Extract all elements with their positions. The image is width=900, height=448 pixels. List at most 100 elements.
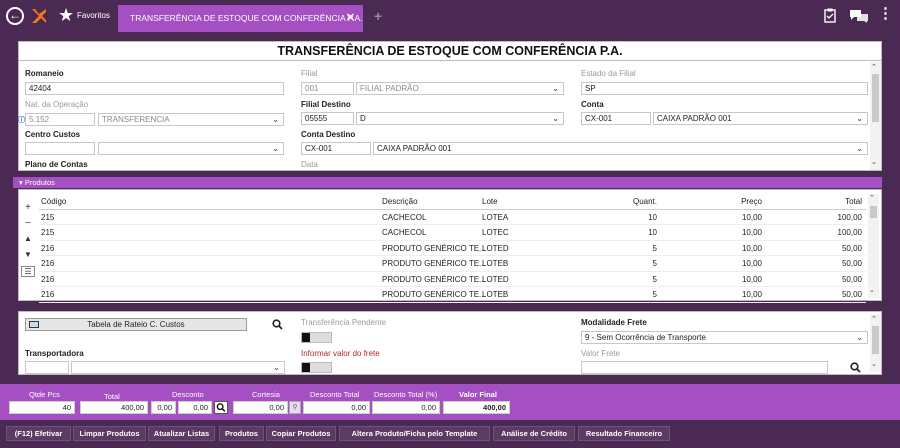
analise-credito-button[interactable]: Análise de Crédito xyxy=(493,426,575,441)
cell-codigo: 216 xyxy=(41,243,55,253)
filial-destino-value: D xyxy=(360,114,366,123)
form-title: TRANSFERÊNCIA DE ESTOQUE COM CONFERÊNCIA… xyxy=(19,42,881,61)
col-lote[interactable]: Lote xyxy=(482,197,498,206)
scroll-down-icon[interactable]: ⌄ xyxy=(871,360,877,368)
search-icon[interactable] xyxy=(272,319,283,330)
produtos-section-header[interactable]: ▾ Produtos xyxy=(13,177,882,188)
move-down-icon[interactable]: ▼ xyxy=(21,250,35,266)
scroll-up-icon[interactable]: ⌃ xyxy=(869,194,875,202)
scroll-up-icon[interactable]: ⌃ xyxy=(871,315,877,323)
valor-frete-input[interactable] xyxy=(581,361,828,374)
tab-label: TRANSFERÊNCIA DE ESTOQUE COM CONFERÊNCIA… xyxy=(130,13,363,23)
table-row[interactable]: 216 PRODUTO GENÉRICO TE... LOTEB 5 10,00… xyxy=(39,256,866,272)
conta-destino-select[interactable]: CAIXA PADRÃO 001 ⌄ xyxy=(373,142,868,155)
table-row[interactable]: 216 PRODUTO GENÉRICO TE... LOTEB 5 10,00… xyxy=(39,287,866,303)
scroll-up-icon[interactable]: ⌃ xyxy=(871,63,877,71)
informar-frete-toggle[interactable] xyxy=(301,362,332,373)
move-up-icon[interactable]: ▲ xyxy=(21,234,35,250)
cell-total: 50,00 xyxy=(841,290,862,299)
valor-final-value: 400,00 xyxy=(443,401,510,414)
cortesia-label: Cortesia xyxy=(252,390,280,399)
scroll-down-icon[interactable]: ⌄ xyxy=(871,158,877,166)
conta-destino-code[interactable]: CX-001 xyxy=(301,142,371,155)
tab-transferencia[interactable]: TRANSFERÊNCIA DE ESTOQUE COM CONFERÊNCIA… xyxy=(118,5,363,32)
nat-operacao-code[interactable]: 5.152 xyxy=(25,113,95,126)
col-preco[interactable]: Preço xyxy=(741,197,762,206)
cell-lote: LOTEC xyxy=(482,228,509,237)
estado-filial-label: Estado da Filial xyxy=(581,69,636,78)
options-panel: Tabela de Rateio C. Custos Transportador… xyxy=(18,311,882,375)
filial-destino-code[interactable]: 05555 xyxy=(301,112,354,125)
col-codigo[interactable]: Código xyxy=(41,197,66,206)
cell-codigo: 215 xyxy=(41,228,55,237)
modalidade-frete-value: 9 - Sem Ocorrência de Transporte xyxy=(585,333,706,342)
view-detail-icon[interactable]: ☰ xyxy=(21,266,35,277)
chevron-down-icon: ⌄ xyxy=(273,363,280,372)
centro-custos-select[interactable]: ⌄ xyxy=(98,142,284,155)
cell-total: 100,00 xyxy=(837,228,862,237)
table-row[interactable]: 216 PRODUTO GENÉRICO TE... LOTED 5 10,00… xyxy=(39,272,866,287)
resultado-financeiro-button[interactable]: Resultado Financeiro xyxy=(578,426,670,441)
copiar-produtos-button[interactable]: Copiar Produtos xyxy=(266,426,336,441)
romaneio-input[interactable]: 42404 xyxy=(25,82,284,95)
table-row[interactable]: 215 CACHECOL LOTEC 10 10,00 100,00 xyxy=(39,225,866,241)
transferencia-pendente-toggle[interactable] xyxy=(301,332,332,343)
clipboard-icon[interactable] xyxy=(824,8,836,23)
filial-select[interactable]: FILIAL PADRÃO ⌄ xyxy=(356,82,564,95)
atualizar-listas-button[interactable]: Atualizar Listas xyxy=(148,426,215,441)
efetivar-button[interactable]: (F12) Efetivar xyxy=(6,426,71,441)
desconto-search-icon[interactable] xyxy=(214,401,228,414)
favorites-link[interactable]: Favoritos xyxy=(77,11,110,20)
estado-filial-input[interactable]: SP xyxy=(581,82,868,95)
conta-code[interactable]: CX-001 xyxy=(581,112,651,125)
star-icon[interactable]: ★ xyxy=(58,4,74,26)
cell-quant: 5 xyxy=(652,290,657,299)
remove-row-icon[interactable]: − xyxy=(21,218,35,234)
filial-code[interactable]: 001 xyxy=(301,82,354,95)
cell-quant: 10 xyxy=(648,228,657,237)
limpar-produtos-button[interactable]: Limpar Produtos xyxy=(73,426,146,441)
cortesia-value[interactable]: 0,00 xyxy=(233,401,288,414)
rateio-button[interactable]: Tabela de Rateio C. Custos xyxy=(25,318,247,331)
transportadora-select[interactable]: ⌄ xyxy=(71,361,285,374)
scroll-thumb[interactable] xyxy=(872,74,879,122)
nat-operacao-select[interactable]: TRANSFERENCIA ⌄ xyxy=(98,113,284,126)
scroll-thumb[interactable] xyxy=(870,206,877,218)
conta-value: CAIXA PADRÃO 001 xyxy=(657,114,732,123)
more-menu-icon[interactable]: ⋮ xyxy=(878,6,893,22)
col-quant[interactable]: Quant. xyxy=(633,197,657,206)
search-icon[interactable] xyxy=(850,362,861,373)
close-icon[interactable]: ✕ xyxy=(346,11,355,24)
chat-icon[interactable] xyxy=(850,10,868,23)
cell-quant: 5 xyxy=(652,274,657,284)
modalidade-frete-select[interactable]: 9 - Sem Ocorrência de Transporte ⌄ xyxy=(581,331,868,344)
add-tab-icon[interactable]: + xyxy=(374,8,382,24)
altera-produto-button[interactable]: Altera Produto/Ficha pelo Template xyxy=(339,426,490,441)
table-row[interactable]: 216 PRODUTO GENÉRICO TE... LOTED 5 10,00… xyxy=(39,241,866,256)
back-icon[interactable]: ← xyxy=(6,7,24,25)
cell-preco: 10,00 xyxy=(741,259,762,268)
chevron-down-icon: ⌄ xyxy=(272,115,279,124)
cell-preco: 10,00 xyxy=(741,274,762,284)
add-row-icon[interactable]: + xyxy=(21,202,35,218)
desconto-total-value: 0,00 xyxy=(303,401,370,414)
filial-destino-select[interactable]: D ⌄ xyxy=(356,112,564,125)
col-descricao[interactable]: Descrição xyxy=(382,197,418,206)
cortesia-search-icon[interactable]: ⚲ xyxy=(289,401,301,414)
conta-select[interactable]: CAIXA PADRÃO 001 ⌄ xyxy=(653,112,868,125)
scroll-thumb[interactable] xyxy=(872,326,879,354)
filial-destino-label: Filial Destino xyxy=(301,100,351,109)
scroll-down-icon[interactable]: ⌄ xyxy=(869,286,875,294)
col-total[interactable]: Total xyxy=(845,197,862,206)
conta-destino-label: Conta Destino xyxy=(301,130,356,139)
produtos-button[interactable]: Produtos xyxy=(219,426,264,441)
cell-codigo: 216 xyxy=(41,274,55,284)
desconto-input-1[interactable]: 0,00 xyxy=(151,401,176,414)
table-scrollbar[interactable]: ⌃ ⌄ xyxy=(868,194,879,298)
options-scrollbar[interactable]: ⌃ ⌄ xyxy=(870,314,881,372)
table-row[interactable]: 215 CACHECOL LOTEA 10 10,00 100,00 xyxy=(39,210,866,225)
centro-custos-code[interactable] xyxy=(25,142,95,155)
transportadora-code[interactable] xyxy=(25,361,69,374)
desconto-input-2[interactable]: 0,00 xyxy=(178,401,212,414)
form-scrollbar[interactable]: ⌃ ⌄ xyxy=(870,62,881,170)
